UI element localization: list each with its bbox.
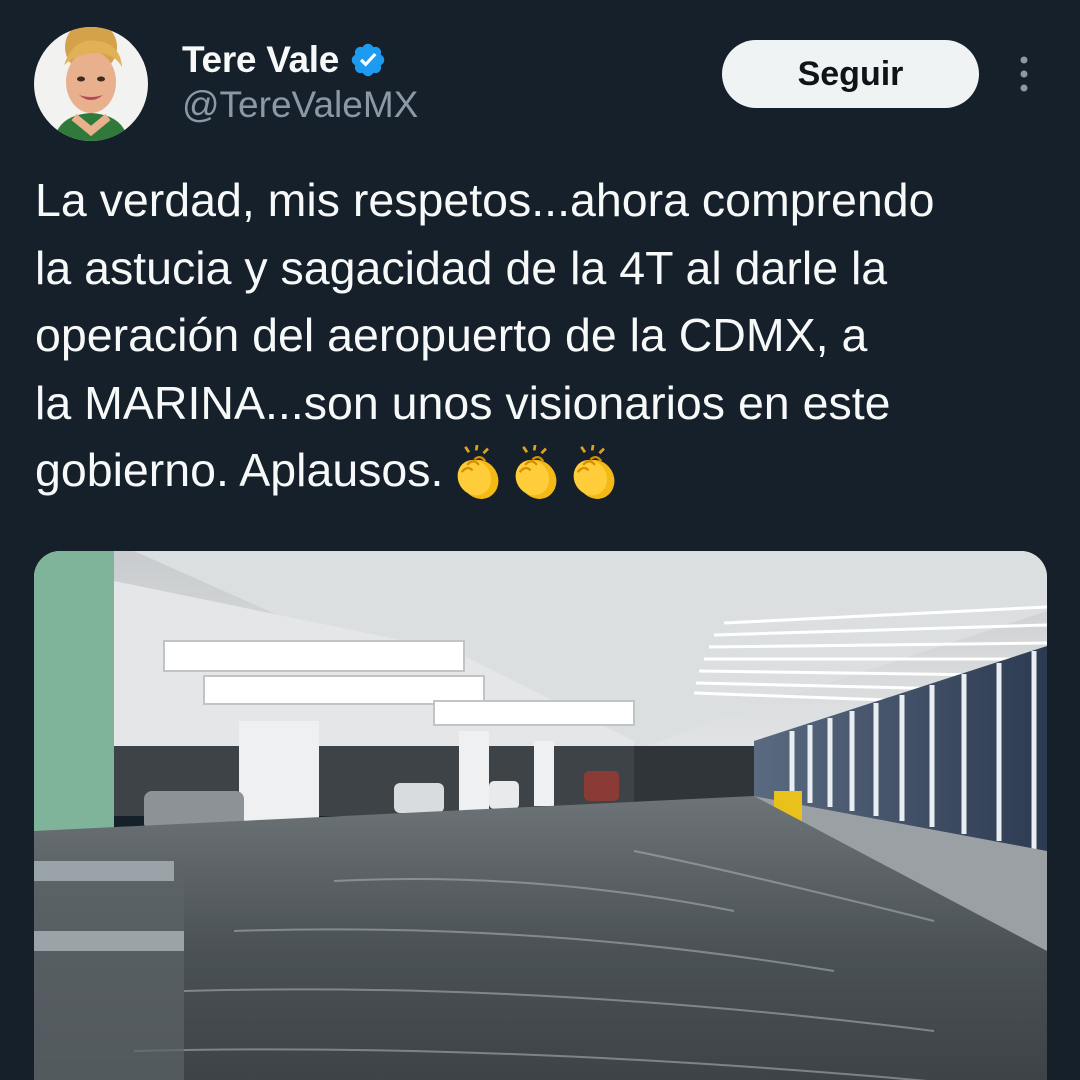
emoji-row bbox=[449, 444, 623, 503]
follow-button[interactable]: Seguir bbox=[722, 40, 979, 108]
tweet-line-1: La verdad, mis respetos...ahora comprend… bbox=[35, 174, 935, 226]
verified-badge-icon bbox=[349, 41, 387, 79]
clapping-hands-emoji-icon bbox=[574, 444, 615, 499]
author-display-name[interactable]: Tere Vale bbox=[182, 39, 339, 81]
tweet-media-photo[interactable] bbox=[34, 551, 1047, 1080]
clapping-hands-emoji-icon bbox=[516, 444, 557, 499]
more-vertical-icon bbox=[1020, 56, 1028, 92]
tweet-line-3: operación del aeropuerto de la CDMX, a bbox=[35, 309, 868, 361]
clapping-hands-emoji-icon bbox=[458, 444, 499, 499]
tweet-line-5: gobierno. Aplausos. bbox=[35, 437, 1065, 505]
more-options-button[interactable] bbox=[1004, 52, 1044, 96]
author-name-row[interactable]: Tere Vale bbox=[182, 36, 387, 84]
tweet-line-2: la astucia y sagacidad de la 4T al darle… bbox=[35, 241, 888, 294]
tweet-line-5-text: gobierno. Aplausos. bbox=[35, 444, 444, 496]
tweet-text: La verdad, mis respetos...ahora comprend… bbox=[35, 167, 1065, 505]
author-handle[interactable]: @TereValeMX bbox=[182, 84, 418, 126]
tweet-line-4: la MARINA...son unos visionarios en este bbox=[35, 376, 891, 429]
avatar[interactable] bbox=[34, 27, 148, 141]
